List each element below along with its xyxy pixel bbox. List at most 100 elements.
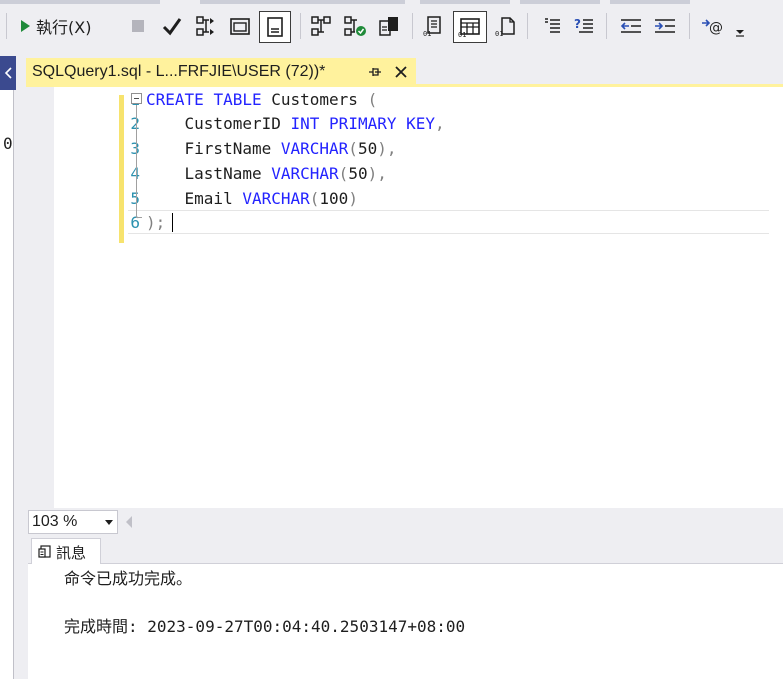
left-panel-text: 0 — [3, 134, 13, 153]
results-to-grid-toggle-button[interactable]: 01 — [453, 11, 487, 43]
results-to-file-button[interactable]: 01 — [493, 14, 519, 38]
scroll-left-arrow-icon[interactable] — [126, 516, 132, 528]
strip-segment — [610, 0, 690, 4]
stop-icon — [132, 20, 144, 32]
toolbar-separator — [689, 13, 690, 39]
client-stats-button[interactable] — [376, 14, 402, 38]
zoom-value: 103 % — [32, 513, 78, 530]
messages-panel[interactable]: 命令已成功完成。 完成時間: 2023-09-27T00:04:40.25031… — [28, 564, 783, 679]
code-token: ( — [348, 139, 358, 158]
collapse-outline-button[interactable] — [131, 93, 142, 104]
change-tracking-bar — [119, 95, 124, 243]
comment-button[interactable] — [540, 14, 564, 38]
svg-text:@: @ — [709, 20, 723, 36]
strip-segment — [0, 0, 160, 4]
line-number-gutter: 1 2 3 4 5 6 — [54, 87, 146, 508]
code-token: FirstName — [184, 139, 281, 158]
chevron-left-icon — [4, 67, 12, 79]
code-token: PRIMARY — [329, 114, 397, 133]
editor-zoom-bar: 103 % — [28, 508, 783, 536]
zoom-dropdown[interactable]: 103 % — [28, 510, 118, 534]
code-token: 100 — [319, 189, 349, 208]
code-token: INT — [290, 114, 320, 133]
code-line-4: LastName VARCHAR(50), — [146, 164, 387, 183]
code-token: ) — [348, 189, 358, 208]
close-tab-button[interactable] — [392, 63, 410, 81]
strip-segment — [420, 0, 510, 4]
code-line-5: Email VARCHAR(100) — [146, 189, 358, 208]
parse-icon — [162, 18, 182, 36]
toolbar-separator — [412, 13, 413, 39]
document-tab-title: SQLQuery1.sql - L...FRFJIE\USER (72))* — [32, 63, 326, 80]
code-token: VARCHAR — [271, 164, 339, 183]
execute-label: 執行(X) — [36, 18, 92, 37]
toolbar-separator — [300, 13, 301, 39]
editor-selection-margin — [28, 87, 54, 508]
code-line-3: FirstName VARCHAR(50), — [146, 139, 397, 158]
toolbar-top-strip — [0, 0, 783, 4]
document-tab[interactable]: SQLQuery1.sql - L...FRFJIE\USER (72))* — [26, 58, 416, 86]
increase-indent-button[interactable] — [652, 14, 678, 38]
sql-editor[interactable]: 1 2 3 4 5 6 CREATE TABLE Customers ( Cus… — [28, 87, 783, 508]
svg-text:?: ? — [574, 17, 581, 31]
code-token: ), — [377, 139, 397, 158]
toolbar-overflow-button[interactable] — [733, 24, 747, 40]
pin-icon — [369, 68, 381, 76]
messages-icon — [38, 545, 51, 558]
code-token: Customers — [261, 90, 368, 109]
estimated-plan-icon — [196, 16, 214, 36]
toolbar-separator — [527, 13, 528, 39]
text-caret — [172, 213, 173, 232]
execute-button[interactable]: 執行(X) — [18, 12, 91, 40]
results-to-grid-button[interactable] — [259, 11, 291, 43]
live-stats-button[interactable] — [342, 14, 368, 38]
results-tab-strip: 訊息 — [28, 536, 783, 565]
messages-tab-label: 訊息 — [56, 543, 87, 562]
code-token: VARCHAR — [242, 189, 310, 208]
code-token: 50 — [357, 139, 378, 158]
decrease-indent-button[interactable] — [618, 14, 644, 38]
uncomment-button[interactable]: ? — [572, 14, 596, 38]
strip-segment — [520, 0, 600, 4]
uncomment-icon: ? — [574, 17, 593, 33]
include-actual-plan-button[interactable] — [308, 14, 334, 38]
pin-tab-button[interactable] — [366, 63, 384, 81]
results-to-text-button[interactable]: 01 — [420, 14, 446, 38]
object-explorer-tab[interactable] — [0, 56, 16, 90]
outline-fold-end — [136, 217, 142, 218]
query-options-button[interactable] — [228, 14, 252, 38]
code-token: CREATE — [146, 90, 204, 109]
live-stats-icon — [344, 16, 366, 36]
code-line-2: CustomerID INT PRIMARY KEY, — [146, 114, 445, 133]
message-success: 命令已成功完成。 — [64, 569, 193, 588]
line-number: 2 — [54, 114, 140, 133]
code-token: VARCHAR — [280, 139, 349, 158]
estimated-plan-button[interactable] — [194, 14, 218, 38]
toolbar-separator — [6, 13, 7, 39]
query-toolbar: 執行(X) 01 01 01 ? @ — [0, 0, 783, 48]
overflow-icon — [736, 30, 744, 37]
line-number: 1 — [54, 90, 140, 109]
code-token: ); — [146, 213, 166, 232]
code-token: ( — [309, 189, 320, 208]
code-token: , — [435, 114, 445, 133]
svg-text:01: 01 — [458, 31, 466, 38]
include-actual-plan-icon — [311, 16, 331, 36]
parse-button[interactable] — [160, 14, 184, 38]
outline-fold-line — [136, 105, 137, 217]
line-number: 3 — [54, 139, 140, 158]
message-completion-time: 完成時間: 2023-09-27T00:04:40.2503147+08:00 — [64, 617, 466, 636]
results-to-text-icon: 01 — [423, 16, 441, 37]
close-icon — [395, 66, 407, 78]
line-number: 5 — [54, 189, 140, 208]
results-to-file-icon: 01 — [495, 17, 515, 37]
code-token: Email — [184, 189, 243, 208]
messages-tab[interactable]: 訊息 — [31, 538, 101, 565]
specify-values-button[interactable]: @ — [699, 14, 727, 38]
code-token: CustomerID — [184, 114, 291, 133]
stop-button[interactable] — [130, 18, 146, 34]
results-to-grid-icon — [267, 17, 283, 37]
